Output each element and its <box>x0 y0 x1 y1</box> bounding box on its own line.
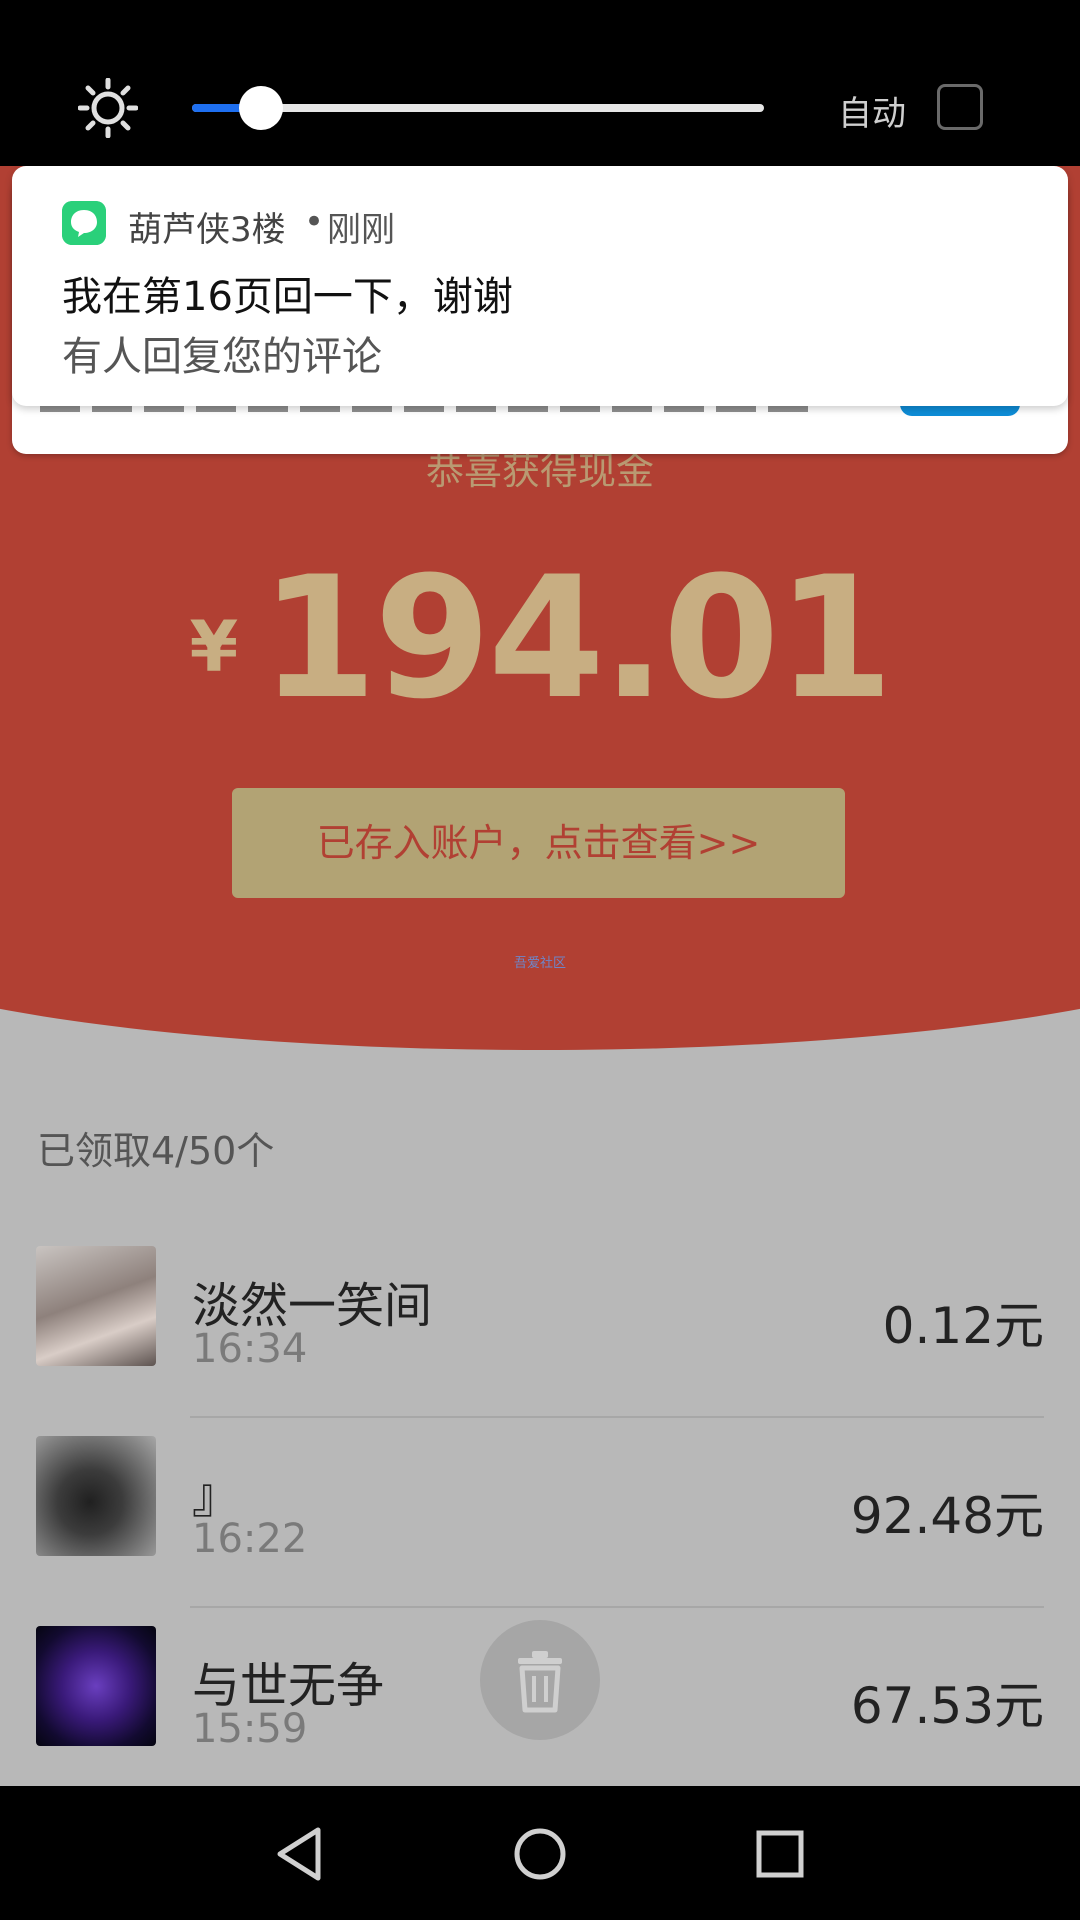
sun-icon[interactable] <box>78 78 138 138</box>
claim-time: 16:22 <box>192 1516 308 1562</box>
notification-title: 我在第16页回一下，谢谢 <box>62 274 513 320</box>
back-triangle-icon[interactable] <box>260 1814 340 1894</box>
avatar <box>36 1246 156 1366</box>
navigation-bar <box>0 1786 1080 1920</box>
view-account-button[interactable]: 已存入账户，点击查看>> <box>232 788 845 898</box>
currency-symbol: ¥ <box>189 606 239 688</box>
notification-app-name: 葫芦侠3楼 <box>128 210 286 250</box>
list-item[interactable]: 淡然一笑间 16:34 0.12元 <box>0 1228 1080 1418</box>
notification-card[interactable]: 葫芦侠3楼 • 刚刚 我在第16页回一下，谢谢 有人回复您的评论 <box>12 166 1068 406</box>
trash-button[interactable] <box>480 1620 600 1740</box>
claim-amount: 92.48元 <box>850 1487 1044 1545</box>
amount-value: 194.01 <box>260 540 893 736</box>
chat-bubble-icon <box>62 201 106 245</box>
amount-display: ¥194.01 <box>0 540 1080 736</box>
avatar <box>36 1626 156 1746</box>
recents-square-icon[interactable] <box>740 1814 820 1894</box>
home-circle-icon[interactable] <box>500 1814 580 1894</box>
watermark-text: 吾爱社区 <box>513 956 566 971</box>
claim-time: 16:34 <box>192 1326 308 1372</box>
notification-body: 有人回复您的评论 <box>62 334 382 380</box>
notification-time: 刚刚 <box>327 210 395 250</box>
claimed-count: 已领取4/50个 <box>37 1129 275 1173</box>
claim-time: 15:59 <box>192 1706 308 1752</box>
screen: 恭喜获得现金 ¥194.01 已存入账户，点击查看>> 吾爱社区 已领取4/50… <box>0 0 1080 1920</box>
avatar <box>36 1436 156 1556</box>
auto-brightness-label: 自动 <box>838 94 906 134</box>
claim-amount: 0.12元 <box>882 1297 1044 1355</box>
list-item[interactable]: 』 16:22 92.48元 <box>0 1418 1080 1608</box>
brightness-bar: 自动 <box>0 0 1080 166</box>
brightness-slider[interactable] <box>192 86 764 130</box>
notification-separator: • <box>304 202 325 242</box>
auto-brightness-checkbox[interactable] <box>937 84 983 130</box>
brightness-slider-thumb[interactable] <box>238 86 283 130</box>
trash-icon <box>518 1651 562 1713</box>
claim-amount: 67.53元 <box>850 1677 1044 1735</box>
